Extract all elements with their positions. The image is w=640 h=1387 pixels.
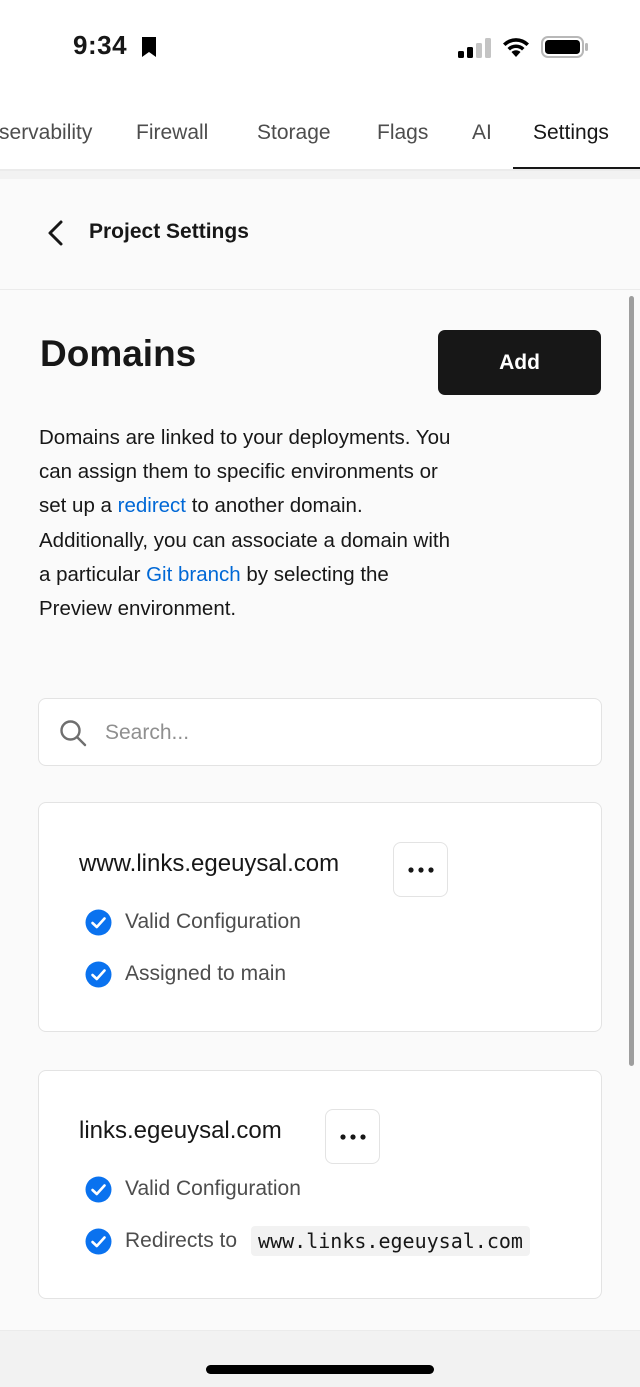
tab-ai[interactable]: AI	[472, 121, 492, 145]
tab-flags[interactable]: Flags	[377, 121, 428, 145]
scrollbar[interactable]	[629, 296, 634, 1066]
status-row: Valid Configuration	[85, 908, 301, 936]
home-indicator[interactable]	[206, 1365, 434, 1374]
add-domain-button[interactable]: Add	[438, 330, 601, 395]
battery-icon	[541, 36, 588, 58]
domains-description: Domains are linked to your deployments. …	[39, 421, 459, 626]
bookmark-icon	[142, 37, 156, 57]
page-title: Project Settings	[89, 220, 249, 243]
signal-icon	[458, 38, 491, 58]
domain-card: links.egeuysal.com Valid Configuration R…	[38, 1070, 602, 1299]
check-circle-icon	[85, 909, 112, 935]
more-options-button[interactable]	[325, 1109, 380, 1164]
search-icon	[60, 720, 87, 747]
active-tab-indicator	[513, 167, 640, 169]
wifi-icon	[503, 38, 529, 57]
domain-name[interactable]: www.links.egeuysal.com	[79, 850, 339, 878]
tab-observability[interactable]: Observability	[0, 121, 92, 145]
more-options-button[interactable]	[393, 842, 448, 897]
search-input[interactable]	[105, 713, 575, 753]
domain-card: www.links.egeuysal.com Valid Configurati…	[38, 802, 602, 1032]
redirect-link[interactable]: redirect	[118, 494, 186, 517]
check-circle-icon	[85, 1176, 112, 1202]
check-circle-icon	[85, 961, 112, 987]
tab-storage[interactable]: Storage	[257, 121, 331, 145]
bottom-bar	[0, 1330, 640, 1387]
more-icon	[407, 866, 434, 873]
git-branch-link[interactable]: Git branch	[146, 563, 241, 586]
tab-settings[interactable]: Settings	[533, 121, 609, 145]
status-row: Redirects to www.links.egeuysal.com	[85, 1226, 530, 1256]
status-text: Valid Configuration	[125, 910, 301, 933]
status-row: Assigned to main	[85, 960, 286, 988]
status-text: Redirects to	[125, 1229, 238, 1252]
divider	[0, 171, 640, 179]
search-box[interactable]	[38, 698, 602, 766]
status-text: Assigned to main	[125, 962, 287, 985]
back-chevron-icon[interactable]	[44, 219, 68, 247]
settings-header: Project Settings	[0, 179, 640, 290]
domain-name[interactable]: links.egeuysal.com	[79, 1117, 282, 1145]
status-time: 9:34	[73, 30, 128, 60]
redirect-target[interactable]: www.links.egeuysal.com	[251, 1226, 530, 1256]
domains-title: Domains	[40, 333, 197, 374]
check-circle-icon	[85, 1228, 112, 1254]
more-icon	[339, 1133, 366, 1140]
tab-firewall[interactable]: Firewall	[136, 121, 208, 145]
project-tabs: Observability Firewall Storage Flags AI …	[0, 95, 640, 171]
status-row: Valid Configuration	[85, 1175, 301, 1203]
status-bar: 9:34	[0, 0, 640, 95]
status-text: Valid Configuration	[125, 1177, 301, 1200]
